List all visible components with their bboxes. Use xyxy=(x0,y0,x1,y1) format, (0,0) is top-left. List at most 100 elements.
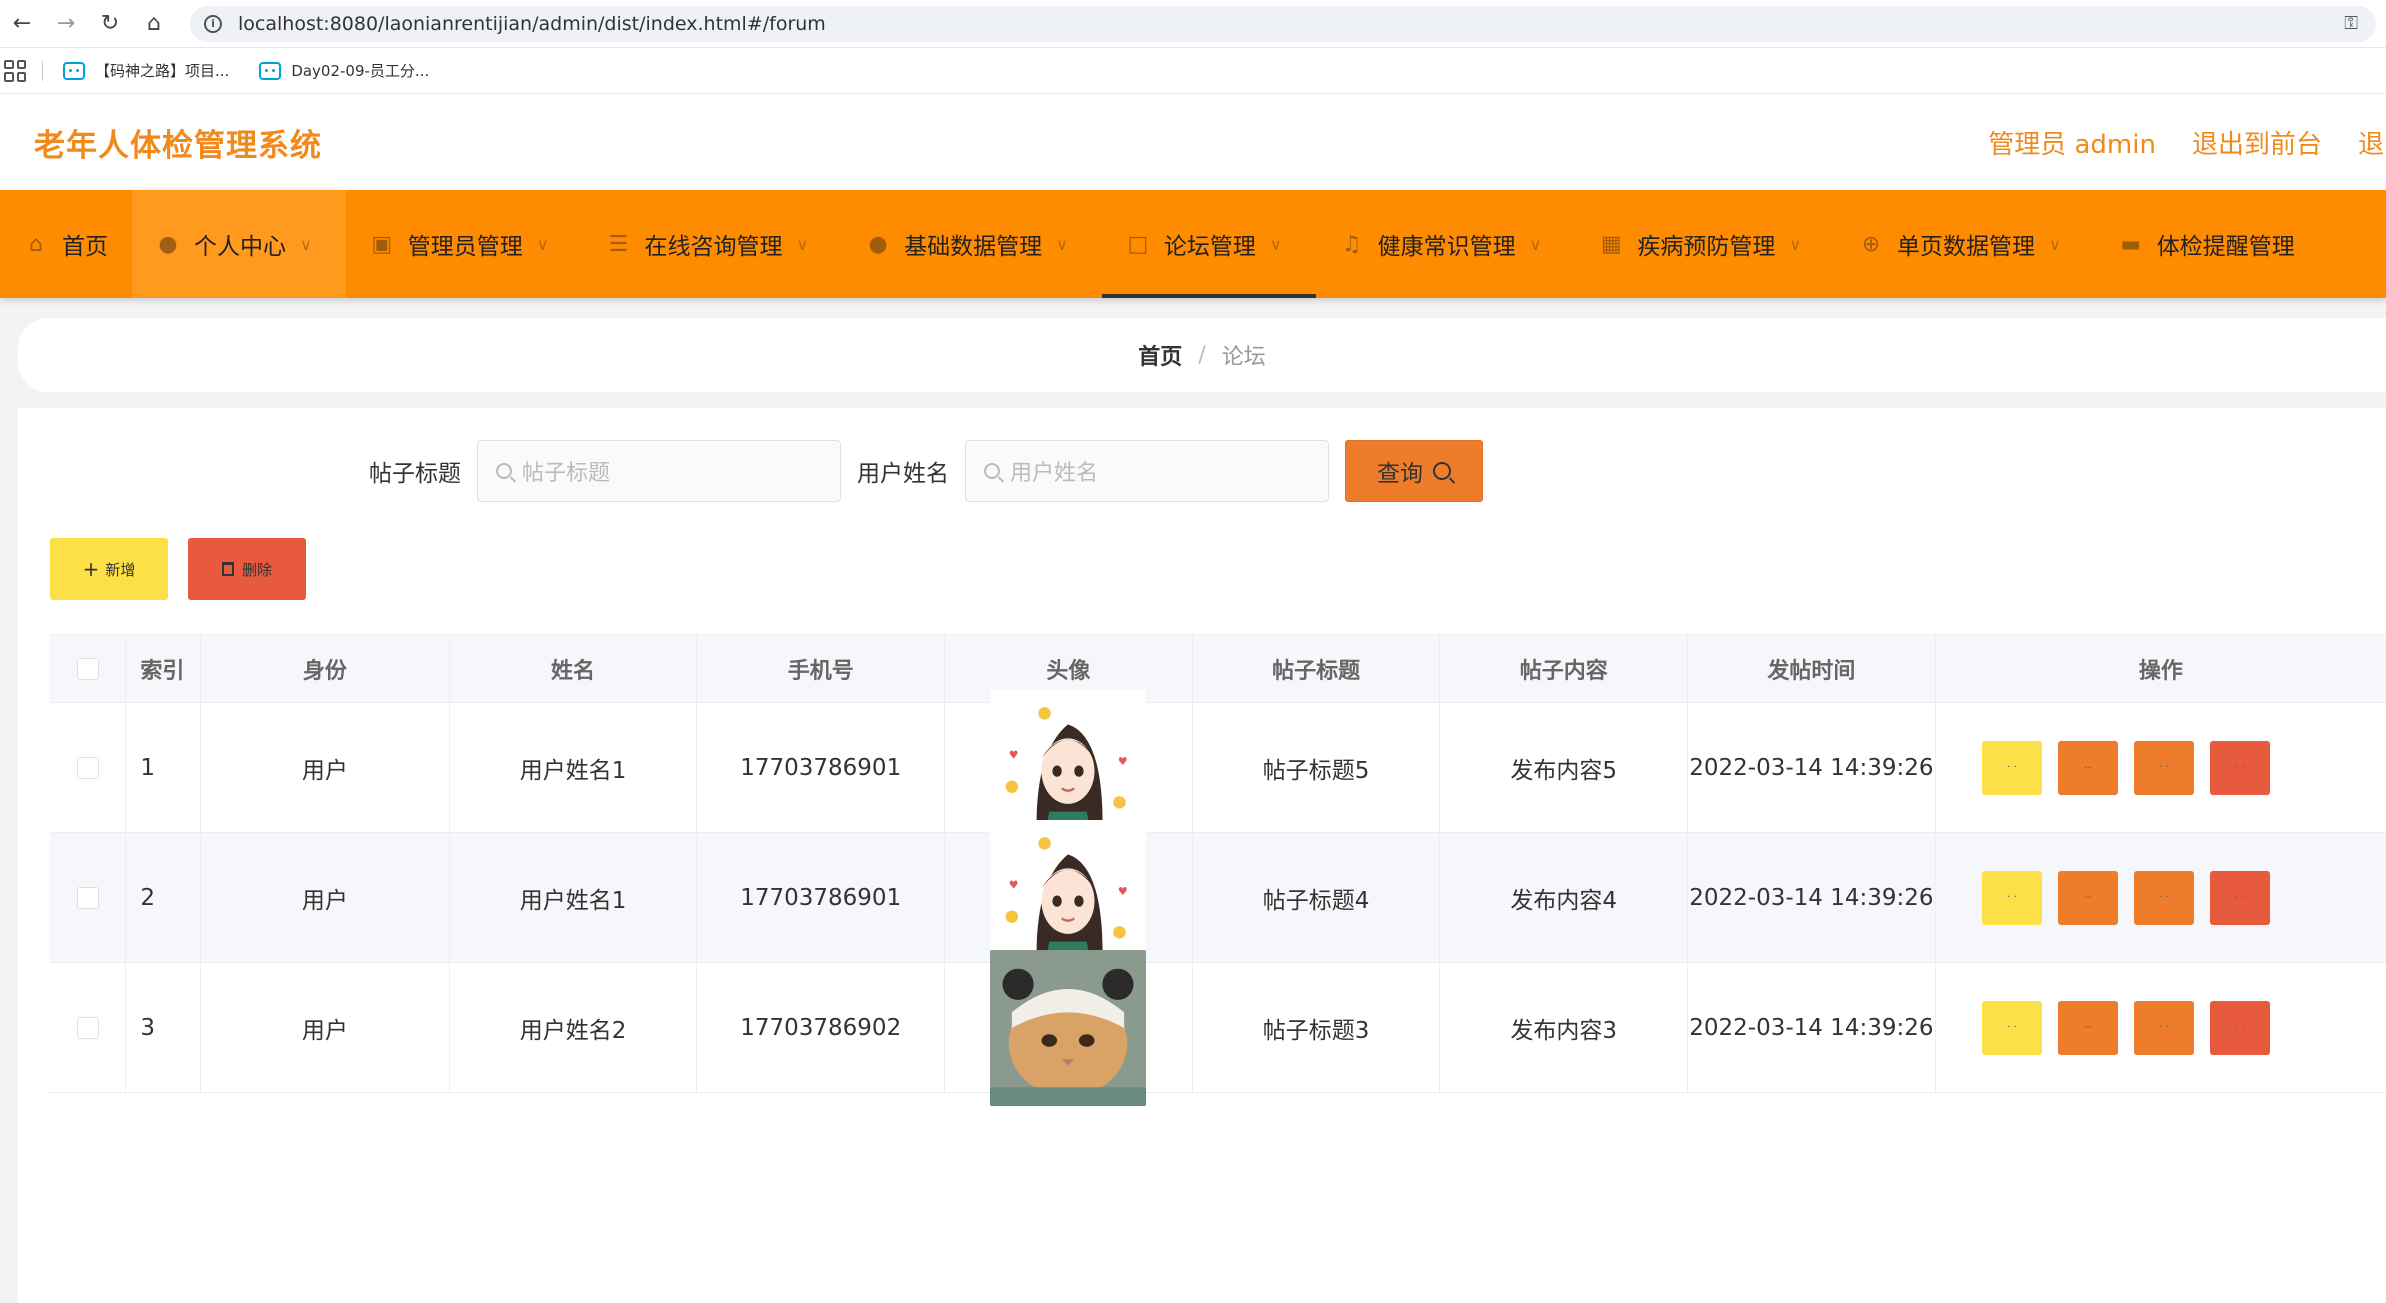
comment-button[interactable]: · · xyxy=(2133,740,2194,795)
cell-time: 2022-03-14 14:39:26 xyxy=(1688,963,1936,1092)
cell-content: 发布内容3 xyxy=(1440,963,1689,1092)
bilibili-icon xyxy=(63,61,85,80)
column-header: 发帖时间 xyxy=(1688,635,1936,702)
nav-basic-data-management[interactable]: ● 基础数据管理 ∨ xyxy=(842,190,1102,298)
chevron-down-icon: ∨ xyxy=(536,234,549,254)
cell-index: 2 xyxy=(126,833,202,962)
table-row[interactable]: 2 用户 用户姓名1 17703786901 ♥ ♥ 帖子标题4 发布内容4 2… xyxy=(50,819,2386,976)
forward-icon[interactable]: → xyxy=(44,2,88,46)
briefcase-icon: ▬ xyxy=(2120,231,2142,257)
query-label: 查询 xyxy=(1377,461,1423,487)
add-button[interactable]: + 新增 xyxy=(50,538,168,600)
nav-forum-management[interactable]: □ 论坛管理 ∨ xyxy=(1101,190,1316,298)
nav-label: 个人中心 xyxy=(194,234,286,260)
user-search-input[interactable]: 用户姓名 xyxy=(965,440,1329,502)
nav-disease-prevention-management[interactable]: ▦ 疾病预防管理 ∨ xyxy=(1575,190,1835,298)
add-label: 新增 xyxy=(105,560,136,579)
breadcrumb-home[interactable]: 首页 xyxy=(1138,339,1182,371)
plus-icon: + xyxy=(82,557,100,581)
logout-link[interactable]: 退出 xyxy=(2358,124,2386,161)
chevron-down-icon: ∨ xyxy=(1269,234,1282,254)
detail-button[interactable]: · · xyxy=(1981,740,2042,795)
nav-consultation-management[interactable]: ☰ 在线咨询管理 ∨ xyxy=(582,190,842,298)
header-actions: 管理员 admin 退出到前台 退出 xyxy=(1952,94,2386,190)
cell-index: 3 xyxy=(126,963,202,1092)
comment-button[interactable]: · · xyxy=(2133,1000,2194,1055)
delete-button[interactable]: 删除 xyxy=(188,538,306,600)
select-all-cell xyxy=(50,635,127,702)
nav-label: 在线咨询管理 xyxy=(644,234,783,260)
nav-home[interactable]: ⌂ 首页 xyxy=(0,190,132,298)
cat-avatar[interactable] xyxy=(990,949,1147,1106)
select-all-checkbox[interactable] xyxy=(76,657,99,680)
svg-text:♥: ♥ xyxy=(1118,754,1128,767)
cell-time: 2022-03-14 14:39:26 xyxy=(1688,703,1936,832)
current-user: 管理员 admin xyxy=(1988,129,2156,160)
nav-label: 体检提醒管理 xyxy=(2156,234,2295,260)
cell-name: 用户姓名2 xyxy=(450,963,698,1092)
cell-time: 2022-03-14 14:39:26 xyxy=(1688,833,1936,962)
address-bar[interactable]: i localhost:8080/laonianrentijian/admin/… xyxy=(190,5,2376,42)
column-header: 帖子标题 xyxy=(1193,635,1441,702)
search-form: 帖子标题 帖子标题 用户姓名 用户姓名 查询 xyxy=(18,440,1834,502)
forum-table: 索引 身份 姓名 手机号 头像 帖子标题 帖子内容 发帖时间 操作 1 用户 用… xyxy=(50,634,2386,1106)
row-select-cell xyxy=(50,833,127,962)
query-button[interactable]: 查询 xyxy=(1345,440,1483,502)
cell-avatar: ♥ ♥ xyxy=(945,819,1193,976)
info-icon[interactable]: i xyxy=(204,14,222,33)
row-delete-button[interactable]: · · xyxy=(2209,740,2270,795)
edit-button[interactable]: -- xyxy=(2057,740,2118,795)
row-delete-button[interactable]: · · xyxy=(2209,870,2270,925)
chevron-down-icon: ∨ xyxy=(796,234,809,254)
nav-personal-center[interactable]: ● 个人中心 ∨ xyxy=(132,190,346,298)
chevron-down-icon: ∨ xyxy=(1056,234,1068,254)
cell-title: 帖子标题3 xyxy=(1193,963,1441,1092)
bilibili-icon xyxy=(259,61,282,80)
key-icon[interactable]: ⚿ xyxy=(2344,13,2358,34)
trash-icon xyxy=(221,562,234,576)
cell-title: 帖子标题5 xyxy=(1193,703,1441,832)
nav-label: 论坛管理 xyxy=(1163,234,1256,260)
search-icon xyxy=(1433,462,1451,480)
row-checkbox[interactable] xyxy=(76,886,99,909)
document-icon: □ xyxy=(1127,231,1149,257)
bookmark-divider xyxy=(42,60,43,81)
apps-icon[interactable] xyxy=(4,59,26,82)
nav-label: 单页数据管理 xyxy=(1897,234,2036,260)
column-header: 手机号 xyxy=(697,635,946,702)
detail-button[interactable]: · · xyxy=(1981,1000,2042,1055)
table-row[interactable]: 1 用户 用户姓名1 17703786901 ♥ ♥ 帖子标题5 发布内容5 2… xyxy=(50,689,2386,846)
nav-health-knowledge-management[interactable]: ♫ 健康常识管理 ∨ xyxy=(1316,190,1576,298)
table-row[interactable]: 3 用户 用户姓名2 17703786902 帖子标题3 发布内容3 2022-… xyxy=(50,949,2386,1106)
user-icon: ● xyxy=(158,231,178,257)
user-search-label: 用户姓名 xyxy=(857,461,949,487)
cell-name: 用户姓名1 xyxy=(450,833,698,962)
nav-label: 疾病预防管理 xyxy=(1637,234,1776,260)
reload-icon[interactable]: ↻ xyxy=(88,2,132,46)
browser-toolbar: ← → ↻ ⌂ i localhost:8080/laonianrentijia… xyxy=(0,0,2386,48)
home-icon[interactable]: ⌂ xyxy=(132,2,176,46)
edit-button[interactable]: -- xyxy=(2057,870,2118,925)
cell-role: 用户 xyxy=(201,703,450,832)
cell-role: 用户 xyxy=(201,963,450,1092)
row-checkbox[interactable] xyxy=(76,1016,99,1039)
cell-operations: · · -- · · · · xyxy=(1936,703,2386,832)
detail-button[interactable]: · · xyxy=(1981,870,2042,925)
bookmark-item[interactable]: 【码神之路】项目... xyxy=(63,60,229,81)
nav-checkup-reminder-management[interactable]: ▬ 体检提醒管理 xyxy=(2095,190,2329,298)
bookmark-label: 【码神之路】项目... xyxy=(95,62,230,80)
nav-admin-management[interactable]: ▣ 管理员管理 ∨ xyxy=(346,190,583,298)
top-nav: ⌂ 首页 ● 个人中心 ∨ ▣ 管理员管理 ∨ ☰ 在线咨询管理 ∨ ● 基础数… xyxy=(0,190,2386,298)
nav-single-page-management[interactable]: ⊕ 单页数据管理 ∨ xyxy=(1835,190,2095,298)
bookmark-item[interactable]: Day02-09-员工分... xyxy=(259,60,429,81)
exit-to-front-link[interactable]: 退出到前台 xyxy=(2192,124,2322,161)
bookmark-label: Day02-09-员工分... xyxy=(291,62,430,80)
row-checkbox[interactable] xyxy=(76,756,99,779)
row-delete-button[interactable]: · · xyxy=(2209,1000,2270,1055)
title-search-input[interactable]: 帖子标题 xyxy=(477,440,841,502)
svg-text:♥: ♥ xyxy=(1009,748,1019,761)
bell-icon: ♫ xyxy=(1341,231,1362,257)
edit-button[interactable]: -- xyxy=(2057,1000,2118,1055)
comment-button[interactable]: · · xyxy=(2133,870,2194,925)
back-icon[interactable]: ← xyxy=(0,2,44,46)
